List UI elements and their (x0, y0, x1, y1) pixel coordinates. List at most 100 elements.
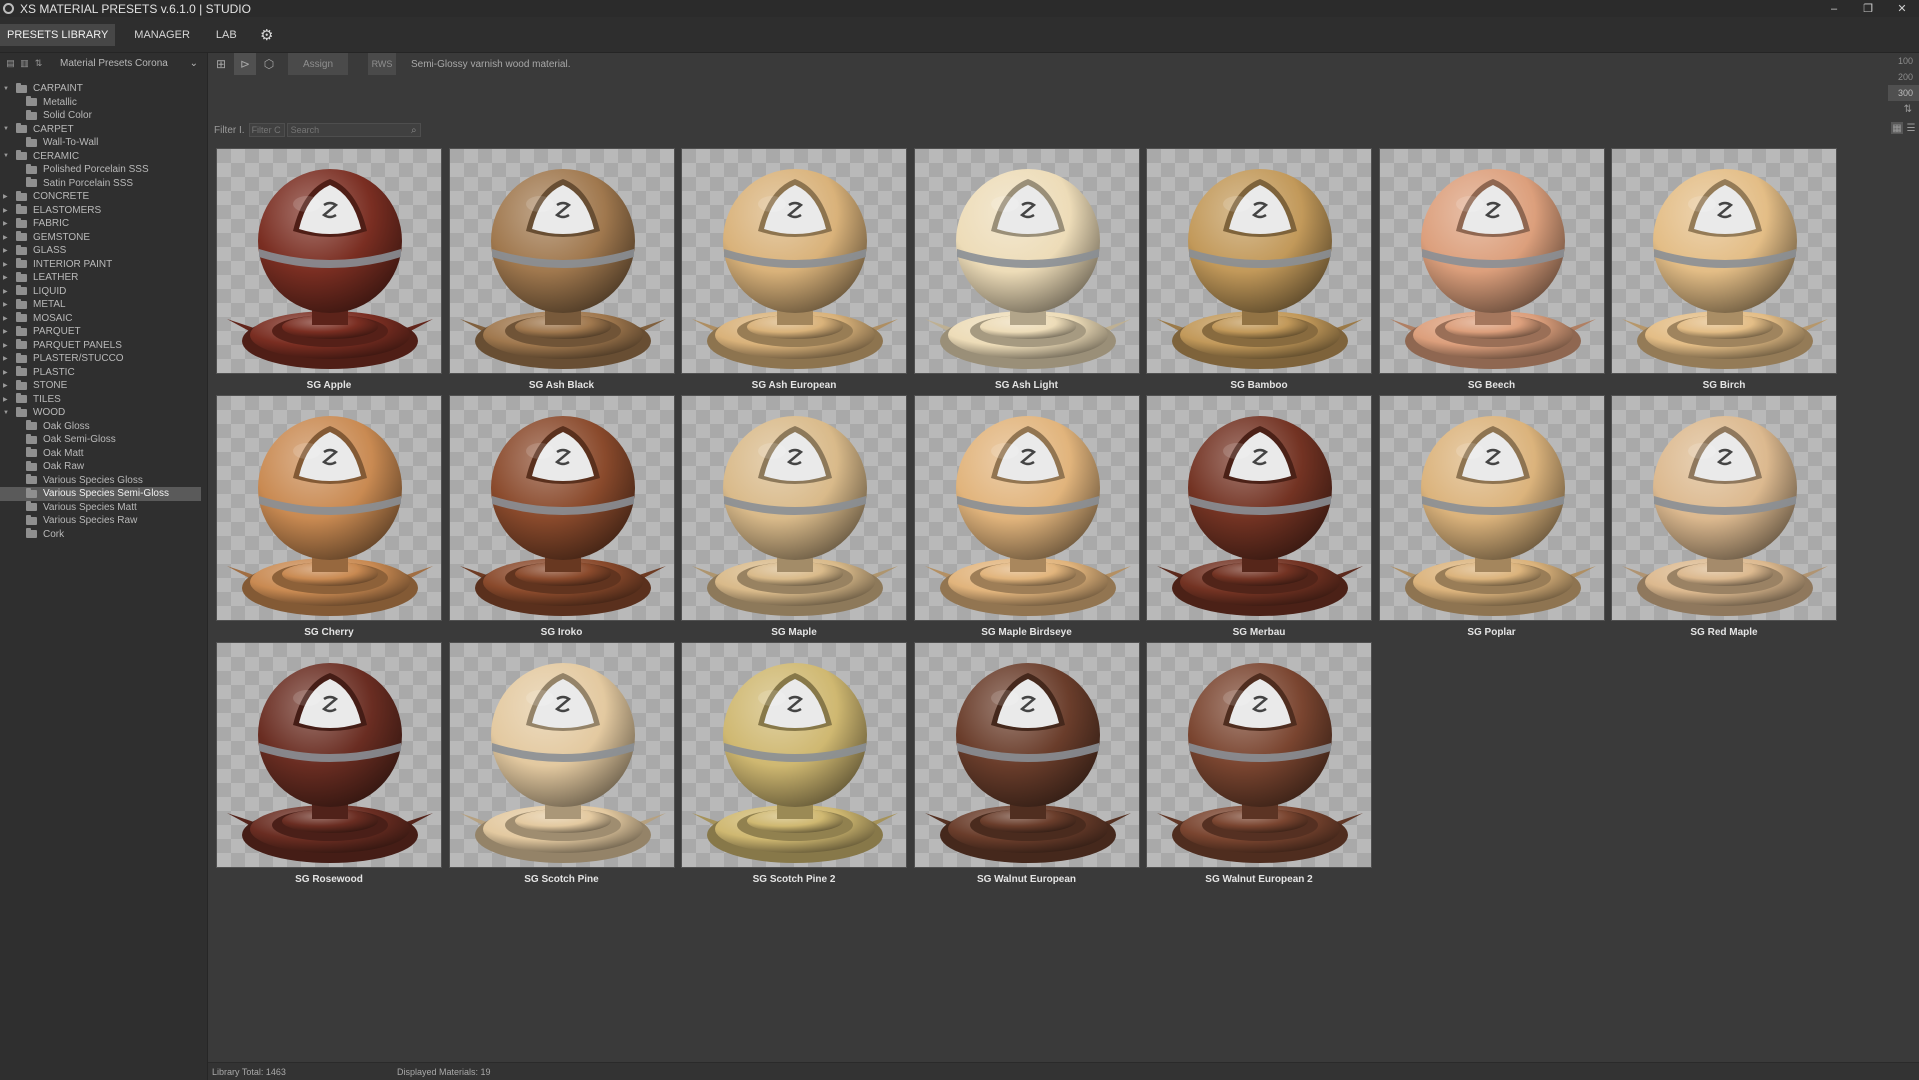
expanded-arrow-icon[interactable]: ▼ (3, 153, 11, 159)
tree-subcategory[interactable]: Satin Porcelain SSS (0, 177, 208, 191)
material-preview-sphere[interactable] (1146, 642, 1372, 868)
collapsed-arrow-icon[interactable]: ▶ (3, 288, 11, 295)
thumbnail-view-icon[interactable]: ▦ (1891, 122, 1903, 134)
material-card[interactable]: SG Birch (1611, 148, 1837, 396)
expanded-arrow-icon[interactable]: ▼ (3, 126, 11, 132)
material-preview-sphere[interactable] (1611, 395, 1837, 621)
material-card[interactable]: SG Beech (1378, 148, 1605, 396)
tree-category[interactable]: ▶ LIQUID (0, 285, 208, 299)
tree-category[interactable]: ▼ WOOD (0, 406, 208, 420)
material-preview-sphere[interactable] (448, 395, 675, 621)
material-preview-sphere[interactable] (448, 642, 675, 868)
material-preview-sphere[interactable] (1611, 148, 1837, 374)
tree-category[interactable]: ▶ PARQUET PANELS (0, 339, 208, 353)
tree-subcategory[interactable]: Oak Gloss (0, 420, 208, 434)
sort-order-icon[interactable]: ⇅ (1888, 101, 1919, 117)
collapsed-arrow-icon[interactable]: ▶ (3, 247, 11, 254)
tree-category[interactable]: ▶ METAL (0, 298, 208, 312)
expanded-arrow-icon[interactable]: ▼ (3, 86, 11, 92)
material-preview-sphere[interactable] (216, 642, 442, 868)
material-preview-sphere[interactable] (1146, 148, 1372, 374)
tree-subcategory[interactable]: Oak Matt (0, 447, 208, 461)
material-preview-sphere[interactable] (681, 395, 907, 621)
gear-icon[interactable]: ⚙ (256, 24, 278, 46)
filter-field[interactable] (248, 123, 285, 137)
material-preview-sphere[interactable] (216, 395, 442, 621)
expand-all-icon[interactable]: ▤ (4, 57, 17, 70)
collapsed-arrow-icon[interactable]: ▶ (3, 342, 11, 349)
tree-category[interactable]: ▶ STONE (0, 379, 208, 393)
tree-subcategory[interactable]: Oak Raw (0, 460, 208, 474)
collapsed-arrow-icon[interactable]: ▶ (3, 234, 11, 241)
library-dropdown[interactable]: Material Presets Corona ⌄ (56, 55, 202, 72)
collapsed-arrow-icon[interactable]: ▶ (3, 261, 11, 268)
size-option-100[interactable]: 100 (1888, 53, 1919, 69)
minimize-button[interactable]: – (1817, 0, 1851, 17)
tree-category[interactable]: ▶ GLASS (0, 244, 208, 258)
tree-category[interactable]: ▶ FABRIC (0, 217, 208, 231)
tree-category[interactable]: ▶ PLASTER/STUCCO (0, 352, 208, 366)
material-card[interactable]: SG Poplar (1378, 395, 1605, 643)
material-card[interactable]: SG Merbau (1146, 395, 1372, 643)
assign-button[interactable]: Assign (288, 53, 348, 75)
sort-icon[interactable]: ⇅ (32, 57, 45, 70)
size-option-200[interactable]: 200 (1888, 69, 1919, 85)
rws-button[interactable]: RWS (368, 53, 396, 75)
material-card[interactable]: SG Cherry (216, 395, 442, 643)
close-button[interactable]: ✕ (1885, 0, 1919, 17)
tree-subcategory[interactable]: Various Species Semi-Gloss (0, 487, 201, 501)
material-card[interactable]: SG Bamboo (1146, 148, 1372, 396)
search-input[interactable] (287, 124, 398, 136)
material-card[interactable]: SG Walnut European 2 (1146, 642, 1372, 890)
material-preview-sphere[interactable] (1378, 148, 1605, 374)
material-preview-sphere[interactable] (448, 148, 675, 374)
expanded-arrow-icon[interactable]: ▼ (3, 410, 11, 416)
material-card[interactable]: SG Scotch Pine (448, 642, 675, 890)
tree-subcategory[interactable]: Cork (0, 528, 208, 542)
material-preview-sphere[interactable] (1378, 395, 1605, 621)
material-card[interactable]: SG Iroko (448, 395, 675, 643)
search-icon[interactable]: ⌕ (411, 125, 417, 136)
tree-category[interactable]: ▶ LEATHER (0, 271, 208, 285)
restore-button[interactable]: ❐ (1851, 0, 1885, 17)
material-card[interactable]: SG Maple (681, 395, 907, 643)
collapsed-arrow-icon[interactable]: ▶ (3, 193, 11, 200)
material-card[interactable]: SG Ash European (681, 148, 907, 396)
tree-category[interactable]: ▶ ELASTOMERS (0, 204, 208, 218)
material-preview-sphere[interactable] (913, 395, 1140, 621)
tree-category[interactable]: ▶ PLASTIC (0, 366, 208, 380)
tree-subcategory[interactable]: Wall-To-Wall (0, 136, 208, 150)
material-preview-sphere[interactable] (681, 148, 907, 374)
tree-subcategory[interactable]: Various Species Raw (0, 514, 208, 528)
collapse-all-icon[interactable]: ▥ (18, 57, 31, 70)
tree-subcategory[interactable]: Oak Semi-Gloss (0, 433, 208, 447)
tree-category[interactable]: ▶ INTERIOR PAINT (0, 258, 208, 272)
material-card[interactable]: SG Ash Black (448, 148, 675, 396)
tree-subcategory[interactable]: Metallic (0, 96, 208, 110)
collapsed-arrow-icon[interactable]: ▶ (3, 274, 11, 281)
tree-category[interactable]: ▶ CONCRETE (0, 190, 208, 204)
collapsed-arrow-icon[interactable]: ▶ (3, 396, 11, 403)
material-card[interactable]: SG Maple Birdseye (913, 395, 1140, 643)
material-preview-sphere[interactable] (913, 642, 1140, 868)
material-preview-sphere[interactable] (681, 642, 907, 868)
collapsed-arrow-icon[interactable]: ▶ (3, 301, 11, 308)
material-card[interactable]: SG Ash Light (913, 148, 1140, 396)
tree-category[interactable]: ▼ CARPAINT (0, 82, 208, 96)
tab-manager[interactable]: MANAGER (127, 24, 197, 46)
tree-category[interactable]: ▶ MOSAIC (0, 312, 208, 326)
render-preview-icon[interactable]: ⊳ (234, 53, 256, 75)
material-card[interactable]: SG Red Maple (1611, 395, 1837, 643)
tab-lab[interactable]: LAB (209, 24, 244, 46)
collapsed-arrow-icon[interactable]: ▶ (3, 328, 11, 335)
material-card[interactable]: SG Scotch Pine 2 (681, 642, 907, 890)
material-preview-sphere[interactable] (1146, 395, 1372, 621)
material-card[interactable]: SG Walnut European (913, 642, 1140, 890)
collapsed-arrow-icon[interactable]: ▶ (3, 382, 11, 389)
tab-presets-library[interactable]: PRESETS LIBRARY (0, 23, 116, 46)
material-preview-sphere[interactable] (913, 148, 1140, 374)
cube-icon[interactable]: ⬡ (258, 53, 280, 75)
tree-subcategory[interactable]: Various Species Gloss (0, 474, 208, 488)
size-option-300[interactable]: 300 (1888, 85, 1919, 101)
tree-subcategory[interactable]: Various Species Matt (0, 501, 208, 515)
